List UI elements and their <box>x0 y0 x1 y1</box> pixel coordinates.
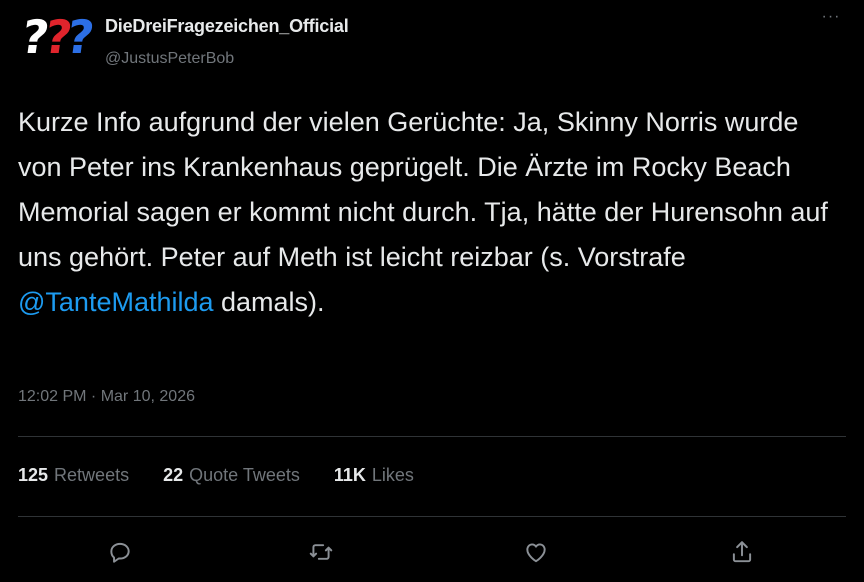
likes-label: Likes <box>371 465 414 485</box>
retweets-label: Retweets <box>54 465 130 485</box>
tweet-text-tail: damals). <box>213 287 325 317</box>
tweet-text-body: Kurze Info aufgrund der vielen Gerüchte:… <box>18 107 828 272</box>
retweet-icon <box>309 544 333 560</box>
retweets-stat[interactable]: 125 Retweets <box>18 465 129 486</box>
divider <box>18 436 846 437</box>
display-name[interactable]: DieDreiFragezeichen_Official <box>105 16 349 37</box>
reply-button[interactable] <box>104 536 136 568</box>
divider <box>18 516 846 517</box>
quote-tweets-count: 22 <box>163 465 184 485</box>
tweet-card: ? ? ? DieDreiFragezeichen_Official @Just… <box>0 0 864 582</box>
tweet-actions <box>0 530 864 574</box>
tweet-stats: 125 Retweets 22 Quote Tweets 11K Likes <box>18 465 414 486</box>
quote-tweets-stat[interactable]: 22 Quote Tweets <box>163 465 300 486</box>
mention-link[interactable]: @TanteMathilda <box>18 287 214 317</box>
quote-tweets-label: Quote Tweets <box>189 465 300 485</box>
tweet-timestamp[interactable]: 12:02 PM · Mar 10, 2026 <box>18 388 195 406</box>
retweets-count: 125 <box>18 465 49 485</box>
likes-count: 11K <box>333 465 366 485</box>
share-button[interactable] <box>726 536 758 568</box>
reply-icon <box>110 542 130 563</box>
like-button[interactable] <box>520 536 552 568</box>
share-icon <box>732 541 752 563</box>
tweet-text: Kurze Info aufgrund der vielen Gerüchte:… <box>18 100 848 325</box>
avatar[interactable]: ? ? ? <box>18 10 94 64</box>
heart-icon <box>526 543 546 563</box>
likes-stat[interactable]: 11K Likes <box>334 465 414 486</box>
user-handle[interactable]: @JustusPeterBob <box>105 50 234 68</box>
retweet-button[interactable] <box>305 536 337 568</box>
more-options-button[interactable]: ··· <box>818 9 844 30</box>
